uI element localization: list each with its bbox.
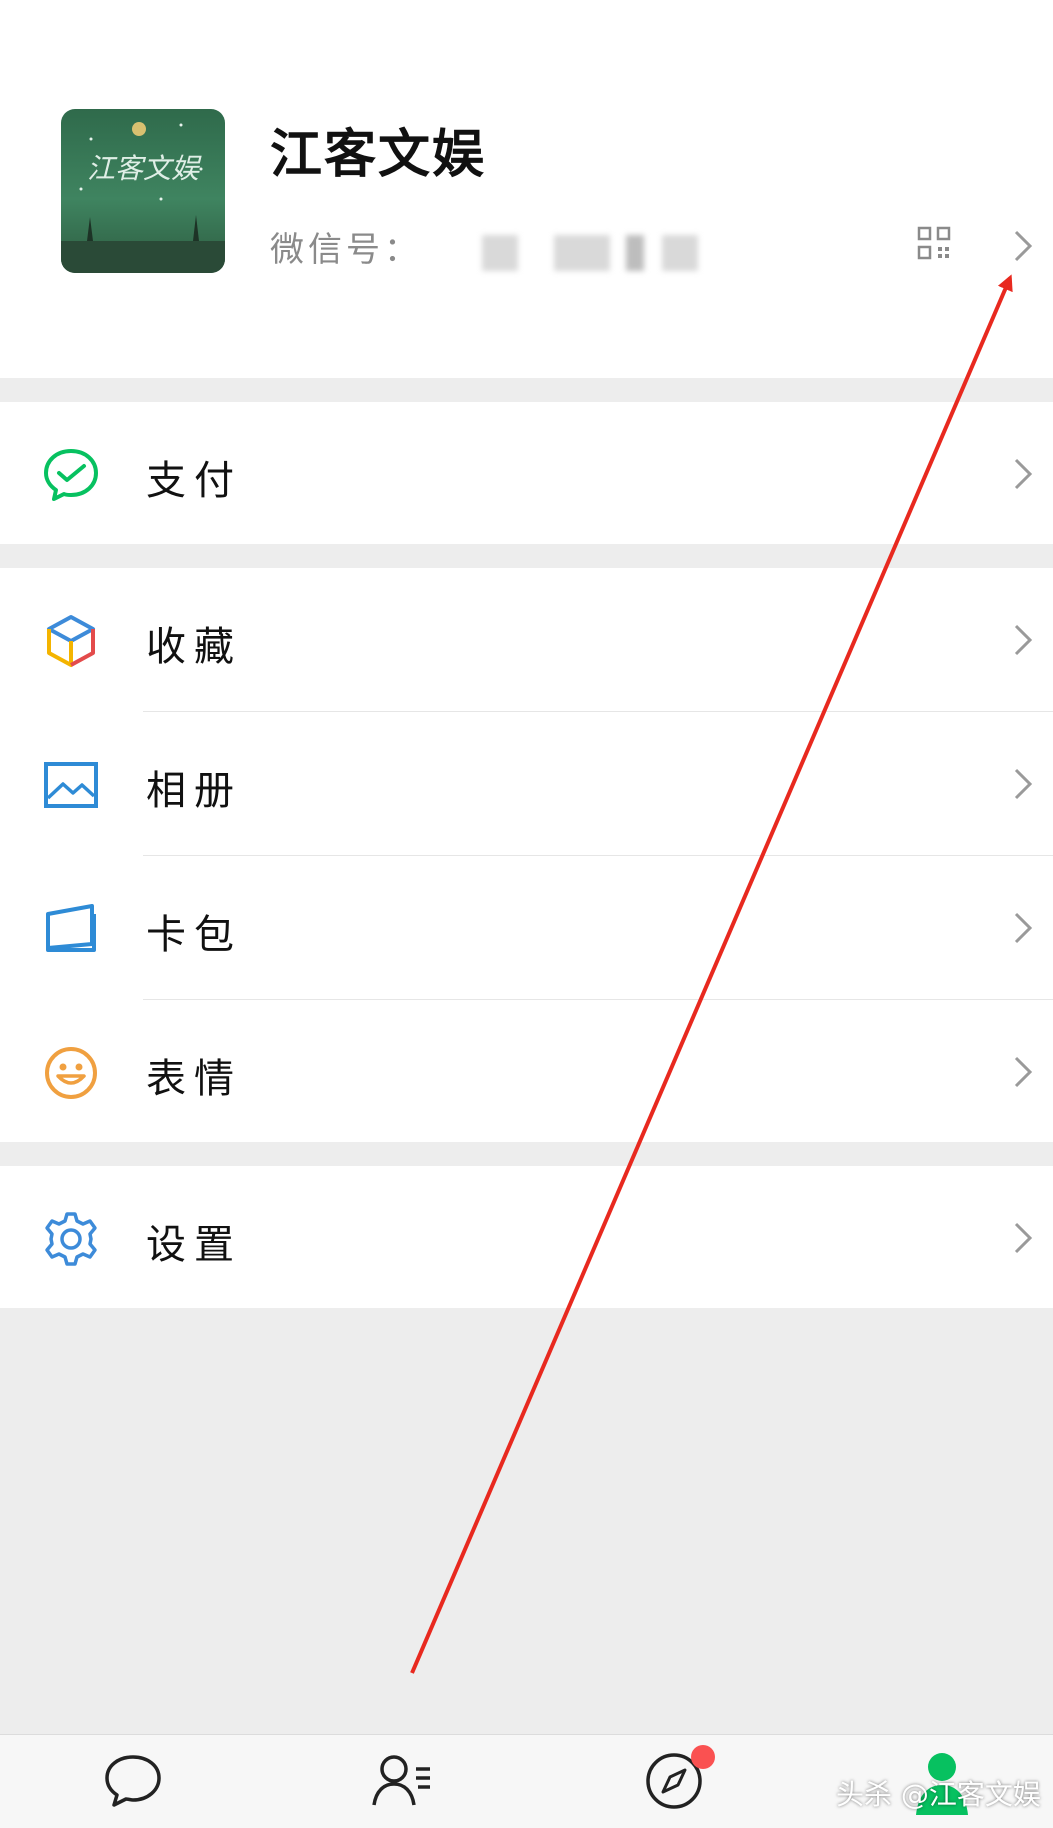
bottom-tab-bar: 头杀 @江客文娱: [0, 1734, 1053, 1828]
profile-chevron-right-icon: [1014, 230, 1033, 262]
menu-item-pay[interactable]: 支付: [0, 402, 1053, 544]
notification-badge: [691, 1745, 715, 1769]
wechat-id-label: 微信号：: [270, 230, 422, 270]
menu-item-label: 相册: [146, 768, 242, 814]
pay-section: 支付: [0, 402, 1053, 544]
gear-icon: [45, 1212, 97, 1266]
menu-item-label: 支付: [146, 458, 242, 504]
avatar-text: 江客文娱: [86, 152, 199, 185]
profile-name: 江客文娱: [270, 125, 487, 185]
cube-icon: [47, 615, 95, 667]
qr-code-icon[interactable]: [917, 226, 951, 260]
menu-item-stickers[interactable]: 表情: [0, 1000, 1053, 1142]
smile-icon: [45, 1047, 97, 1099]
avatar-scene: [61, 122, 225, 273]
menu-item-album[interactable]: 相册: [0, 712, 1053, 856]
menu-item-favorites[interactable]: 收藏: [0, 568, 1053, 712]
wechat-pay-icon: [44, 449, 98, 501]
chevron-right-icon: [1014, 624, 1033, 656]
chevron-right-icon: [1014, 768, 1033, 800]
chevron-right-icon: [1014, 1056, 1033, 1088]
chevron-right-icon: [1014, 1222, 1033, 1254]
card-wallet-icon: [46, 904, 96, 952]
wechat-id-redacted: [482, 235, 518, 271]
menu-item-label: 收藏: [146, 624, 242, 670]
menu-item-label: 设置: [146, 1222, 242, 1268]
menu-item-label: 卡包: [146, 912, 242, 958]
profile-header[interactable]: 江客文娱 江客文娱 微信号：: [0, 0, 1053, 378]
chevron-right-icon: [1014, 458, 1033, 490]
image-icon: [44, 762, 98, 808]
watermark: 头杀 @江客文娱: [836, 1778, 1041, 1811]
wechat-id-redacted: [662, 235, 698, 271]
wechat-id-redacted: [554, 235, 610, 271]
menu-item-label: 表情: [146, 1056, 242, 1102]
menu-item-cards[interactable]: 卡包: [0, 856, 1053, 1000]
contacts-icon[interactable]: [370, 1747, 434, 1817]
avatar[interactable]: 江客文娱: [61, 109, 225, 273]
features-section: 收藏 相册 卡包 表情: [0, 568, 1053, 1142]
wechat-id-redacted: [626, 235, 644, 271]
menu-item-settings[interactable]: 设置: [0, 1166, 1053, 1308]
settings-section: 设置: [0, 1166, 1053, 1308]
chevron-right-icon: [1014, 912, 1033, 944]
chat-bubble-icon[interactable]: [101, 1747, 165, 1817]
